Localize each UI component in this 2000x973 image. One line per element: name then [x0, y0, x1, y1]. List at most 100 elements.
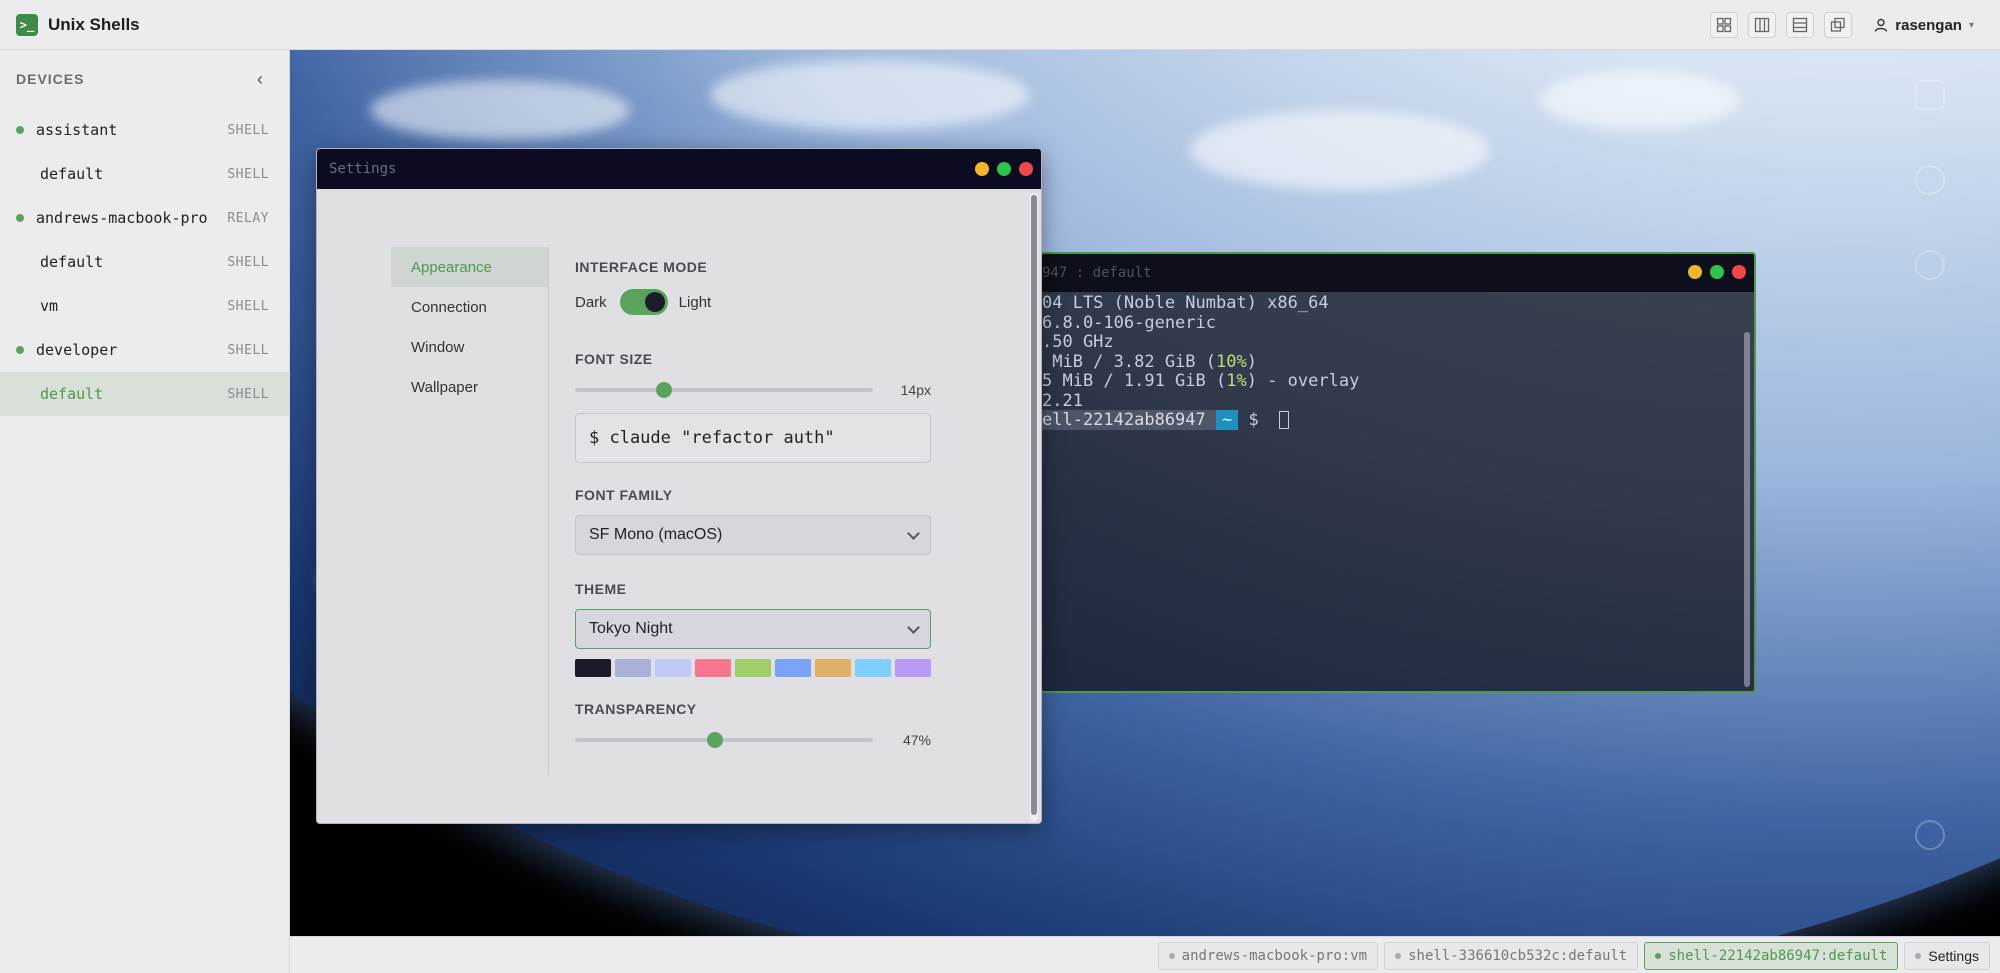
columns-layout-button[interactable]	[1748, 12, 1777, 38]
maximize-button[interactable]	[1710, 265, 1724, 279]
collapse-sidebar-icon[interactable]: ‹	[257, 69, 263, 90]
stack-layout-icon	[1831, 17, 1845, 32]
settings-tab[interactable]: Settings	[1904, 942, 1990, 970]
theme-value: Tokyo Night	[589, 620, 673, 637]
theme-color-swatch	[895, 659, 931, 677]
device-type-badge: SHELL	[227, 298, 269, 314]
theme-select[interactable]: Tokyo Night	[575, 609, 931, 649]
device-item[interactable]: default SHELL	[0, 372, 289, 416]
terminal-text: 5 MiB / 1.91 GiB (	[1042, 371, 1227, 391]
online-status-icon	[16, 126, 24, 134]
terminal-text: )	[1246, 351, 1257, 372]
transparency-slider[interactable]	[575, 732, 873, 748]
font-size-slider-row: 14px	[575, 379, 931, 401]
grid-layout-icon	[1717, 17, 1732, 33]
online-status-icon	[16, 214, 24, 222]
device-name: default	[40, 165, 104, 183]
settings-nav-connection[interactable]: Connection	[391, 287, 548, 327]
stack-layout-button[interactable]	[1824, 12, 1853, 38]
font-size-value: 14px	[900, 382, 931, 398]
terminal-window[interactable]: 947 : default 04 LTS (Noble Numbat) x86_…	[1040, 252, 1756, 693]
terminal-text: 1%	[1226, 371, 1247, 391]
toggle-knob	[644, 292, 665, 312]
device-type-badge: RELAY	[227, 210, 269, 226]
terminal-text: 6.8.0-106-generic	[1042, 312, 1216, 333]
devices-header: DEVICES ‹	[0, 50, 289, 108]
device-item[interactable]: default SHELL	[0, 152, 289, 196]
terminal-text: 04 LTS (Noble Numbat) x86_64	[1042, 293, 1329, 313]
user-menu[interactable]: rasengan ▾	[1874, 17, 1974, 34]
settings-titlebar[interactable]: Settings	[317, 149, 1041, 189]
user-name: rasengan	[1895, 16, 1962, 34]
settings-nav-window[interactable]: Window	[391, 327, 548, 367]
terminal-lines: 04 LTS (Noble Numbat) x86_64 6.8.0-106-ge…	[1042, 293, 1754, 412]
terminal-output[interactable]: 04 LTS (Noble Numbat) x86_64 6.8.0-106-ge…	[1042, 292, 1754, 431]
font-size-label: FONT SIZE	[575, 351, 653, 367]
device-name: default	[40, 385, 104, 403]
grid-layout-button[interactable]	[1710, 12, 1739, 38]
settings-scrollbar[interactable]	[1031, 195, 1037, 815]
maximize-button[interactable]	[997, 162, 1011, 176]
terminal-titlebar[interactable]: 947 : default	[1042, 254, 1754, 292]
session-tab-label: shell-336610cb532c:default	[1408, 948, 1628, 964]
transparency-slider-thumb[interactable]	[707, 732, 724, 748]
device-item[interactable]: assistant SHELL	[0, 108, 289, 152]
terminal-window-controls	[1680, 265, 1746, 279]
device-type-badge: SHELL	[227, 166, 269, 182]
sidebar: DEVICES ‹ assistant SHELL default SHELL andr…	[0, 50, 290, 973]
terminal-line: 5 MiB / 1.91 GiB (1%) - overlay	[1042, 371, 1754, 392]
settings-tab-label: Settings	[1928, 948, 1979, 964]
online-status-icon	[16, 346, 24, 354]
device-type-badge: SHELL	[227, 254, 269, 270]
session-tab[interactable]: shell-336610cb532c:default	[1384, 942, 1639, 970]
close-button[interactable]	[1019, 162, 1033, 176]
interface-mode-toggle[interactable]	[619, 289, 668, 315]
terminal-title: 947 : default	[1042, 265, 1152, 281]
ghost-shells-icon	[1900, 80, 1960, 116]
font-family-select[interactable]: SF Mono (macOS)	[575, 515, 931, 555]
terminal-scrollbar[interactable]	[1744, 332, 1750, 687]
device-list: assistant SHELL default SHELL andrews-macboo…	[0, 108, 289, 416]
settings-nav-appearance[interactable]: Appearance	[391, 247, 548, 287]
terminal-text: 2.21	[1042, 390, 1083, 411]
settings-window[interactable]: Settings Appearance Connection Window Wallp…	[316, 148, 1042, 824]
interface-mode-row: Dark Light	[575, 289, 931, 315]
status-bar: andrews-macbook-pro:vm shell-336610cb532c…	[290, 936, 2000, 973]
device-item[interactable]: andrews-macbook-pro RELAY	[0, 196, 289, 240]
terminal-text: .50 GHz	[1042, 332, 1114, 352]
theme-color-swatch	[575, 659, 611, 677]
font-family-label: FONT FAMILY	[575, 487, 673, 503]
interface-mode-label: INTERFACE MODE	[575, 259, 708, 275]
terminal-line: MiB / 3.82 GiB (10%)	[1042, 351, 1754, 373]
terminal-line: 2.21	[1042, 390, 1754, 412]
device-type-badge: SHELL	[227, 342, 269, 358]
device-item[interactable]: vm SHELL	[0, 284, 289, 328]
settings-window-controls	[967, 162, 1033, 176]
terminal-text: MiB / 3.82 GiB (	[1042, 351, 1216, 372]
transparency-label: TRANSPARENCY	[575, 701, 697, 717]
session-tab-label: shell-22142ab86947:default	[1668, 948, 1888, 964]
font-family-value: SF Mono (macOS)	[589, 526, 723, 543]
minimize-button[interactable]	[975, 162, 989, 176]
device-item[interactable]: developer SHELL	[0, 328, 289, 372]
session-tab[interactable]: shell-22142ab86947:default	[1644, 942, 1899, 970]
minimize-button[interactable]	[1688, 265, 1702, 279]
chevron-down-icon	[907, 621, 920, 634]
theme-color-swatch	[735, 659, 771, 677]
theme-color-swatch	[695, 659, 731, 677]
session-tab-label: andrews-macbook-pro:vm	[1181, 948, 1368, 964]
rows-layout-button[interactable]	[1786, 12, 1815, 38]
font-size-slider[interactable]	[575, 382, 873, 398]
font-size-slider-thumb[interactable]	[656, 382, 673, 398]
device-item[interactable]: default SHELL	[0, 240, 289, 284]
caret-down-icon: ▾	[1968, 19, 1974, 31]
ghost-account-icon	[1900, 250, 1960, 286]
settings-nav-wallpaper[interactable]: Wallpaper	[391, 367, 548, 407]
session-tabs: andrews-macbook-pro:vm shell-336610cb532c…	[1152, 942, 1990, 970]
session-status-icon	[1168, 953, 1175, 959]
theme-swatches	[575, 659, 931, 677]
close-button[interactable]	[1732, 265, 1746, 279]
session-tab[interactable]: andrews-macbook-pro:vm	[1157, 942, 1379, 970]
transparency-value: 47%	[902, 732, 931, 748]
terminal-logo-icon: >_	[16, 13, 38, 36]
